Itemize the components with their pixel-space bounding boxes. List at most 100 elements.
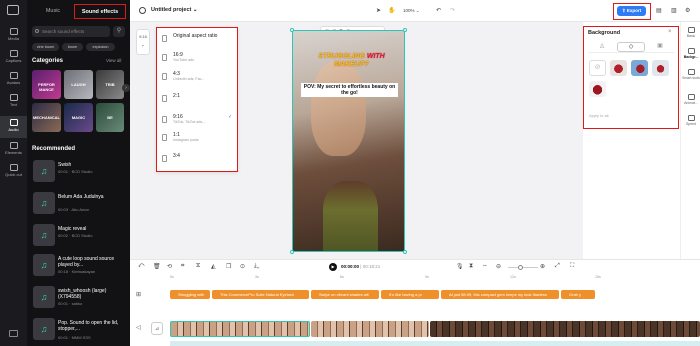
fit-icon[interactable]: ⤢ [555,263,560,270]
caption-clip[interactable]: At just $9.99, this compact gem keeps my… [441,290,559,299]
search-input[interactable]: Search sound effects [32,26,110,37]
ratio-option-3-4[interactable]: 3:4 [162,153,234,167]
timeline-ruler[interactable]: 0s 3s 6s 9s 12s 15s [170,275,700,281]
lock-icon[interactable]: ⊿ [151,322,163,335]
chip-boom[interactable]: boom [62,43,83,51]
link-icon[interactable]: ⇔ [482,263,488,269]
background-swatch[interactable] [631,60,648,76]
category-trib[interactable]: TRIB [96,70,124,99]
video-preview[interactable]: STRUGGLING WITH MAKEUP? POV: My secret to… [292,30,405,252]
rail-avatars[interactable]: Avatars [0,72,27,85]
apply-to-all-link[interactable]: Apply to all [589,113,609,118]
ratio-option-16-9[interactable]: 16:9 YouTube ads [162,52,234,66]
rail-media[interactable]: Media [0,28,27,41]
logo-icon[interactable] [7,5,19,15]
ratio-option-9-16[interactable]: 9:16 TikTok, TikTok ads,... ✓ [162,114,234,128]
rail-elements[interactable]: Elements [0,142,27,155]
settings-icon[interactable]: ⚙ [685,6,690,16]
magnet-icon[interactable]: ⧗ [469,263,473,270]
rail-captions[interactable]: Captions [0,50,27,63]
rail-basic[interactable]: Basic [681,27,700,38]
fill-bucket-icon[interactable]: ◬ [588,42,616,52]
zoom-out-icon[interactable]: ⊖ [496,263,501,270]
caption-clip[interactable]: This CommercePro Suite Natural Eyelash [212,290,309,299]
rail-quick-cut[interactable]: Quick cut [0,164,27,177]
slider-knob[interactable] [518,265,523,270]
list-item[interactable]: ♫ Belum Ada Judulnya 00:03 · Abu Amar [31,190,127,220]
category-magic[interactable]: MAGIC [64,103,93,132]
rail-smart-tools[interactable]: Smart tools [681,69,700,80]
split-icon[interactable]: ⟲ [167,263,172,270]
resize-handle[interactable] [403,28,407,32]
caption-clip[interactable]: Struggling with [170,290,210,299]
resize-handle[interactable] [290,250,294,254]
no-background-icon[interactable]: ⊘ [589,60,606,76]
hand-icon[interactable]: ✋ [388,6,395,16]
undo-icon[interactable]: ⤺ [138,263,144,270]
resize-handle[interactable] [290,28,294,32]
caption-clip[interactable]: It's like having a pr [381,290,439,299]
tab-sound-effects[interactable]: Sound effects [74,4,126,19]
rail-audio[interactable]: Audio [0,116,27,138]
undo-icon[interactable]: ↶ [436,6,441,16]
export-button[interactable]: ⇪ Export [617,6,646,16]
ratio-option-1-1[interactable]: 1:1 Instagram posts [162,132,234,146]
video-clip[interactable] [311,321,429,337]
download-icon[interactable]: ⤓⌄ [254,263,259,270]
ratio-option-original[interactable]: Original aspect ratio [162,33,234,47]
menu-icon[interactable] [139,7,146,14]
rail-text[interactable]: Text [0,94,27,107]
rail-animation[interactable]: Animat... [681,94,700,105]
mirror-icon[interactable]: ⧖ [196,263,200,270]
crop-icon[interactable]: ⌗ [181,263,184,270]
caption-clip[interactable]: Swipe on vibrant shades wit [311,290,379,299]
chevron-right-icon[interactable]: › [122,84,130,92]
zoom-in-icon[interactable]: ⊕ [540,263,545,270]
filter-button[interactable]: ⚲ [113,26,125,37]
list-item[interactable]: ♫ Swish 00:01 · BCD Studio [31,158,127,188]
category-laugh[interactable]: LAUGH [64,70,93,99]
rail-background[interactable]: Backgr... [681,48,700,59]
redo-icon[interactable]: ↷ [450,6,455,16]
play-button[interactable]: ▶ [329,263,337,271]
zoom-select[interactable]: 100% ⌄ [403,6,420,16]
video-clip[interactable] [430,321,700,337]
image-icon[interactable]: ▣ [646,42,674,52]
caption-clip[interactable]: Grab y [561,290,595,299]
chip-vine-boom[interactable]: vine boom [32,43,59,51]
resize-handle[interactable] [403,250,407,254]
duplicate-icon[interactable]: ❐ [226,263,231,270]
ratio-option-4-3[interactable]: 4:3 LinkedIn ads, Fac... [162,71,234,85]
flip-icon[interactable]: ◭ [211,263,216,270]
delete-icon[interactable]: 🗑 [153,263,161,270]
close-icon[interactable]: × [668,29,672,35]
keyboard-icon[interactable] [9,330,18,337]
tab-music[interactable]: Music [35,4,71,19]
background-swatch[interactable] [652,60,669,76]
fullscreen-icon[interactable]: ⛶ [570,263,574,270]
audio-track[interactable] [170,341,700,346]
zoom-slider[interactable] [508,265,538,270]
category-be[interactable]: BE [96,103,124,132]
ratio-option-2-1[interactable]: 2:1 [162,93,234,107]
rail-speed[interactable]: Speed [681,115,700,126]
view-all-link[interactable]: View all [106,58,121,63]
list-item[interactable]: ♫ Pop. Sound to open the lid, stopper,...… [31,316,127,346]
panel-icon[interactable]: ▥ [671,6,677,16]
background-swatch[interactable] [610,60,627,76]
transition-icon[interactable]: ⊙ [240,263,245,270]
list-item[interactable]: ♫ Magic reveal 00:02 · BCD Studio [31,222,127,252]
list-item[interactable]: ♫ swish_whoosh (large)(X794558) 00:01 · sa… [31,284,127,314]
category-mechanical[interactable]: MECHANICAL [32,103,61,132]
video-clip[interactable] [170,321,310,337]
project-title[interactable]: Untitled project ⌄ [151,7,197,13]
aspect-ratio-button[interactable]: 9:16 ⌐ [136,29,150,55]
drop-icon[interactable]: ◇ [617,42,645,52]
background-swatch[interactable] [589,81,606,97]
list-item[interactable]: ♫ A cute loop sound source played by... 00… [31,252,127,282]
layers-icon[interactable]: ▤ [656,6,662,16]
microphone-icon[interactable]: 🎙 [456,263,464,270]
category-performance[interactable]: PERFOR MANCE [32,70,61,99]
pointer-icon[interactable]: ➤ [376,6,381,16]
chip-explosion[interactable]: explosion [86,43,115,51]
